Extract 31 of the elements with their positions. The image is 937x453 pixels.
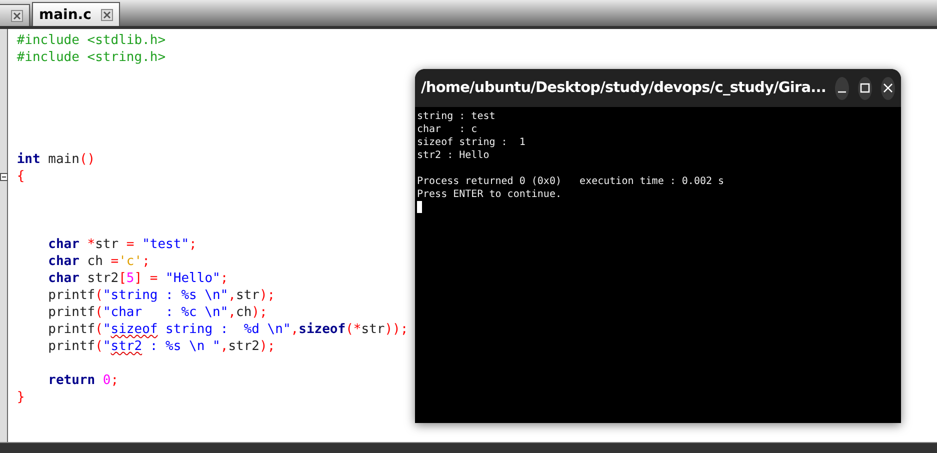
window-title: /home/ubuntu/Desktop/study/devops/c_study/Gira... (421, 80, 826, 96)
terminal-output-line: sizeof string : 1 (417, 136, 526, 149)
terminal-output-line: Press ENTER to continue. (417, 188, 562, 201)
code-line: int main() (16, 152, 96, 167)
terminal-output-line: string : test (417, 110, 496, 123)
code-line: printf("sizeof string : %d \n",sizeof(*str)); (47, 322, 408, 337)
close-button[interactable] (881, 76, 896, 100)
code-line: #include <stdlib.h> (16, 33, 166, 48)
terminal-output-line: Process returned 0 (0x0) execution time : 0.002 s (417, 175, 726, 188)
code-line: return 0; (47, 373, 119, 388)
fold-marker-icon[interactable] (0, 173, 8, 181)
minimize-icon (836, 91, 847, 93)
terminal-output-line: str2 : Hello (417, 149, 490, 162)
code-line: printf("str2 : %s \n ",str2); (47, 339, 276, 354)
code-line: char *str = "test"; (47, 237, 197, 252)
code-line: #include <string.h> (16, 50, 166, 65)
maximize-button[interactable] (858, 76, 872, 100)
code-line: char str2[5] = "Hello"; (47, 271, 228, 286)
maximize-icon (860, 83, 870, 93)
code-line: } (16, 390, 25, 405)
close-icon[interactable] (101, 8, 114, 20)
minimize-button[interactable] (834, 76, 849, 100)
editor-tab[interactable] (0, 4, 30, 26)
code-line: printf("char : %c \n",ch); (47, 305, 268, 320)
close-icon[interactable] (11, 10, 23, 22)
close-icon (883, 83, 893, 93)
editor-tab[interactable]: main.c (32, 2, 120, 26)
code-line: { (16, 169, 25, 184)
terminal-output-line: char : c (417, 123, 478, 136)
code-line: char ch ='c'; (47, 254, 150, 269)
code-line: printf("string : %s \n",str); (47, 288, 276, 303)
